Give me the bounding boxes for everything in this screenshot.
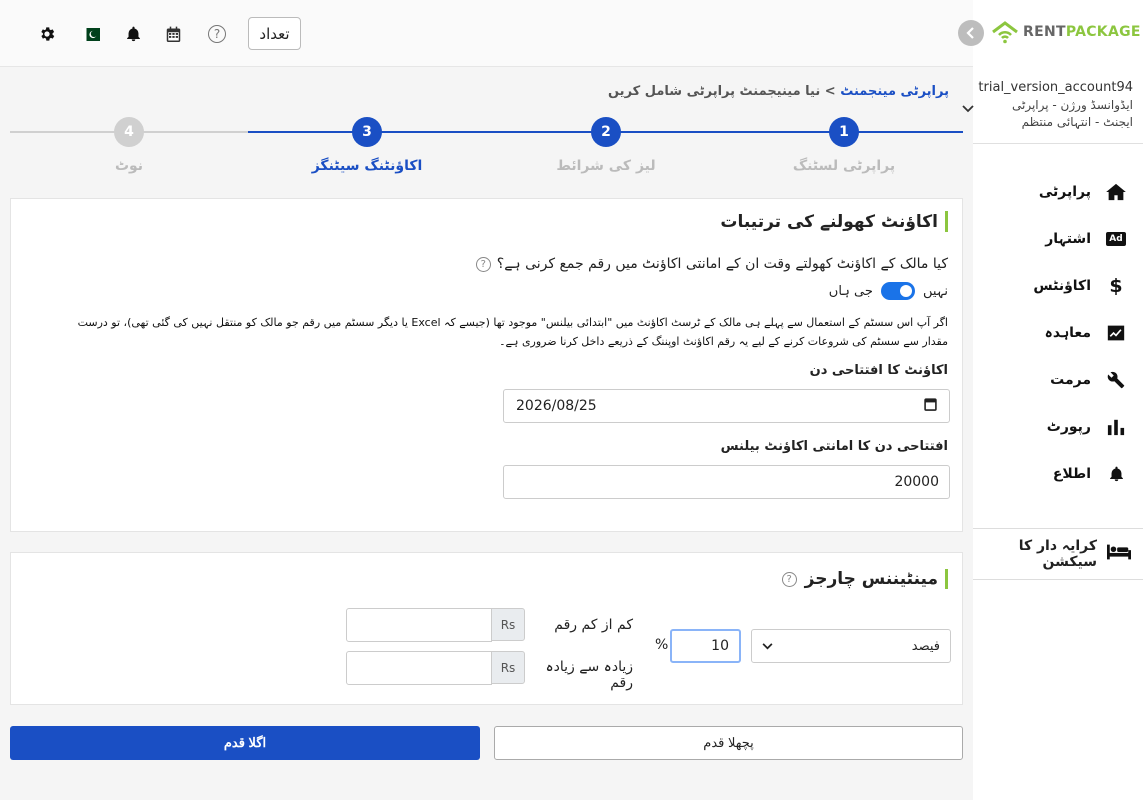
min-amount-currency: Rs [491,608,525,641]
sidebar-item-accounts[interactable]: $ اکاؤنٹس [973,262,1143,309]
opening-balance-info: اگر آپ اس سسٹم کے استعمال سے پہلے ہی مال… [38,313,948,351]
opening-date-label: اکاؤنٹ کا افتتاحی دن [809,363,948,378]
account-role: ایجنٹ - انتہائی منتظم [1021,115,1133,129]
logo[interactable]: RENTPACKAGE [991,20,1141,44]
calendar-icon[interactable] [924,397,937,415]
dollar-icon: $ [1109,274,1123,297]
count-button[interactable]: تعداد [248,17,301,50]
account-plan: ایڈوانسڈ ورژن - پراپرٹی [1011,98,1133,112]
toggle-label-no: نہیں [922,283,948,299]
escrow-toggle-group: نہیں جی ہاں [829,282,948,300]
breadcrumb-current: نیا مینیجمنٹ پراپرٹی شامل کریں [607,84,821,99]
wrench-icon [1105,371,1127,389]
sidebar-item-maintenance[interactable]: مرمت [973,356,1143,403]
maintenance-type-value: فیصد [911,638,940,654]
maintenance-percent-input[interactable]: 10 [670,629,741,663]
escrow-toggle-switch[interactable] [880,282,915,300]
sidebar-item-ads[interactable]: Ad اشتہار [973,215,1143,262]
card-title-maintenance: مینٹیننس چارجز ? [781,569,948,589]
pakistan-flag-icon[interactable] [81,24,101,44]
opening-balance-label: افتتاحی دن کا امانتی اکاؤنٹ بیلنس [720,439,948,454]
sidebar-collapse-button[interactable] [958,20,984,46]
breadcrumb-separator: > [824,84,836,99]
maintenance-charges-card: مینٹیننس چارجز ? فیصد 10 % کم از کم رقم … [10,552,963,705]
logo-text-package: PACKAGE [1065,24,1141,40]
escrow-question-text: کیا مالک کے اکاؤنٹ کھولتے وقت ان کے امان… [496,256,948,272]
chart-icon [1105,418,1127,436]
min-amount-label: کم از کم رقم [554,617,633,633]
step-label-3: اکاؤنٹنگ سیٹنگز [311,158,423,174]
rent-package-logo-icon [992,21,1018,44]
percent-sign: % [655,637,669,653]
ad-icon: Ad [1105,231,1127,246]
step-label-2: لیز کی شرائط [556,158,656,174]
max-amount-input[interactable] [346,651,492,685]
account-name: trial_version_account94 [978,80,1133,95]
logo-text-rent: RENT [1023,24,1066,40]
max-amount-label: زیادہ سے زیادہ رقم [545,659,633,691]
sidebar: RENTPACKAGE trial_version_account94 ایڈو… [958,0,1143,800]
chevron-left-icon [966,27,974,39]
bed-icon [1107,544,1131,564]
maintenance-type-select[interactable]: فیصد [751,629,951,663]
sidebar-item-label: اطلاع [1052,465,1091,482]
account-opening-settings-card: اکاؤنٹ کھولنے کی ترتیبات کیا مالک کے اکا… [10,198,963,532]
stepper: 1 2 3 4 پراپرٹی لسٹنگ لیز کی شرائط اکاؤن… [10,116,963,180]
info-line-2: مقدار سے سسٹم کی شروعات کرنے کے لیے یہ ر… [499,335,948,348]
gear-icon[interactable] [37,24,57,44]
next-step-button[interactable]: اگلا قدم [10,726,480,760]
top-bar: ? تعداد [0,0,973,67]
help-icon[interactable]: ? [781,571,797,587]
card-title-text: مینٹیننس چارجز [804,569,938,589]
sidebar-item-label: مرمت [1050,371,1091,388]
info-line-1: اگر آپ اس سسٹم کے استعمال سے پہلے ہی مال… [77,316,948,329]
account-switcher[interactable]: trial_version_account94 ایڈوانسڈ ورژن - … [962,76,1143,144]
card-title-text: اکاؤنٹ کھولنے کی ترتیبات [720,212,938,232]
previous-step-button[interactable]: پچھلا قدم [494,726,963,760]
sidebar-item-label: اکاؤنٹس [1033,277,1091,294]
chevron-down-icon [762,638,773,654]
escrow-question: کیا مالک کے اکاؤنٹ کھولتے وقت ان کے امان… [475,256,948,272]
bell-icon [1105,465,1127,483]
sidebar-item-label: پراپرٹی [1038,183,1091,200]
step-circle-2[interactable]: 2 [591,117,621,147]
sidebar-item-label: معاہدہ [1044,324,1091,341]
sidebar-item-label: رپورٹ [1046,418,1091,435]
sidebar-item-property[interactable]: پراپرٹی [973,168,1143,215]
help-icon[interactable]: ? [207,24,227,44]
min-amount-input[interactable] [346,608,492,642]
step-circle-3[interactable]: 3 [352,117,382,147]
sidebar-item-contract[interactable]: معاہدہ [973,309,1143,356]
help-icon[interactable]: ? [475,256,491,272]
tenant-section-label: کرایہ دار کا سیکشن [1018,538,1097,570]
bell-icon[interactable] [123,24,143,44]
chevron-down-icon[interactable] [962,98,974,117]
home-icon [1105,183,1127,201]
step-circle-1[interactable]: 1 [829,117,859,147]
tenant-section-link[interactable]: کرایہ دار کا سیکشن [973,528,1143,580]
opening-date-input[interactable]: 2026/08/25 [503,389,950,423]
step-circle-4[interactable]: 4 [114,117,144,147]
opening-balance-value: 20000 [894,474,939,490]
opening-balance-input[interactable]: 20000 [503,465,950,499]
step-label-4: نوٹ [114,158,144,174]
sidebar-nav: پراپرٹی Ad اشتہار $ اکاؤنٹس معاہدہ مرمت … [973,168,1143,497]
sidebar-item-report[interactable]: رپورٹ [973,403,1143,450]
maintenance-percent-value: 10 [711,638,729,654]
card-title-account-opening: اکاؤنٹ کھولنے کی ترتیبات [720,211,948,232]
calendar-icon[interactable] [163,24,183,44]
opening-date-value: 2026/08/25 [516,398,597,414]
contract-icon [1105,324,1127,342]
step-label-1: پراپرٹی لسٹنگ [792,158,896,174]
toggle-label-yes: جی ہاں [828,283,873,299]
sidebar-item-notification[interactable]: اطلاع [973,450,1143,497]
max-amount-currency: Rs [491,651,525,684]
sidebar-item-label: اشتہار [1045,230,1091,247]
breadcrumb: پراپرٹی مینجمنٹ > نیا مینیجمنٹ پراپرٹی ش… [608,84,949,99]
breadcrumb-link-property-management[interactable]: پراپرٹی مینجمنٹ [840,84,949,99]
